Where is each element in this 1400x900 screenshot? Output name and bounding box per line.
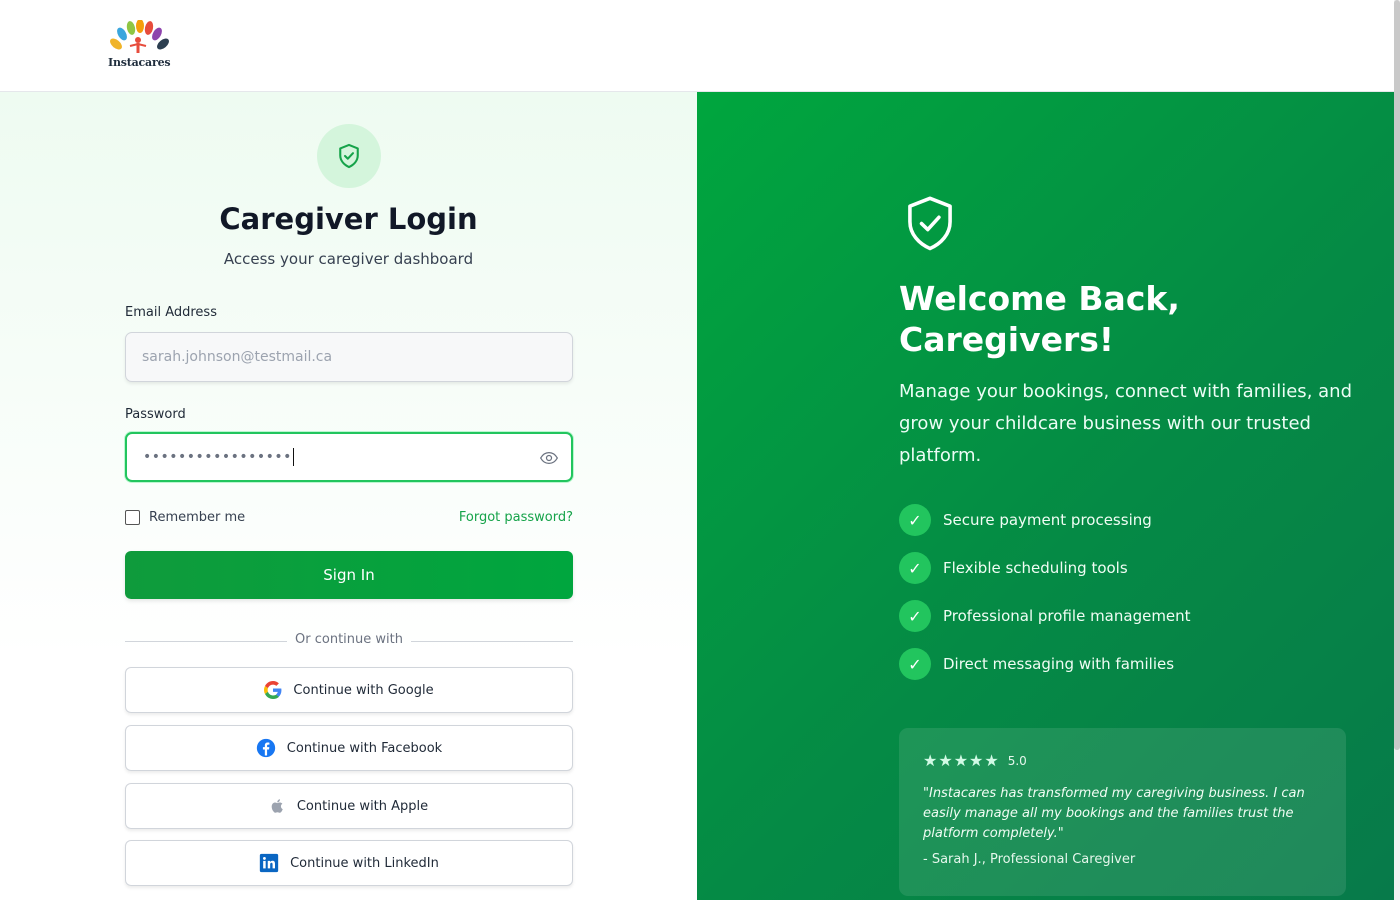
divider-line-right <box>411 641 573 642</box>
scrollbar-thumb[interactable] <box>1394 0 1400 750</box>
star-icon: ★ <box>984 751 999 770</box>
google-login-label: Continue with Google <box>293 682 434 698</box>
feature-item: ✓ Direct messaging with families <box>899 648 1174 680</box>
welcome-title: Welcome Back, Caregivers! <box>899 278 1359 360</box>
top-header: Instacares <box>0 0 1394 92</box>
check-icon: ✓ <box>899 552 931 584</box>
page-subtitle: Access your caregiver dashboard <box>223 250 474 268</box>
apple-icon <box>270 797 286 815</box>
or-divider: Or continue with <box>125 632 573 650</box>
linkedin-login-button[interactable]: Continue with LinkedIn <box>125 840 573 886</box>
star-icon: ★ <box>938 751 953 770</box>
google-icon <box>264 681 282 699</box>
sign-in-button[interactable]: Sign In <box>125 551 573 599</box>
google-login-button[interactable]: Continue with Google <box>125 667 573 713</box>
divider-text: Or continue with <box>295 632 403 647</box>
instacares-logo[interactable]: Instacares <box>108 20 171 72</box>
large-shield-check-icon <box>903 195 957 257</box>
password-label: Password <box>125 407 186 422</box>
password-field[interactable]: ••••••••••••••••• <box>125 432 573 482</box>
facebook-icon <box>256 738 276 758</box>
welcome-description: Manage your bookings, connect with famil… <box>899 381 1352 466</box>
shield-check-icon <box>339 143 359 169</box>
feature-label: Professional profile management <box>943 607 1191 625</box>
forgot-password-link[interactable]: Forgot password? <box>400 510 573 525</box>
remember-me[interactable]: Remember me <box>125 510 245 525</box>
star-icon: ★ <box>953 751 969 770</box>
testimonial-quote: "Instacares has transformed my caregivin… <box>923 786 1305 841</box>
testimonial-card: ★ ★ ★ ★ ★ 5.0 "Instacares has transforme… <box>899 728 1346 896</box>
apple-login-button[interactable]: Continue with Apple <box>125 783 573 829</box>
email-label: Email Address <box>125 305 217 320</box>
email-field[interactable]: sarah.johnson@testmail.ca <box>125 332 573 382</box>
page-title: Caregiver Login <box>219 202 478 236</box>
remember-label: Remember me <box>149 510 246 525</box>
page-scrollbar[interactable] <box>1394 0 1400 900</box>
promo-panel: Welcome Back, Caregivers! Manage your bo… <box>697 92 1394 900</box>
feature-label: Secure payment processing <box>943 511 1152 529</box>
feature-label: Direct messaging with families <box>943 655 1175 673</box>
logo-text: Instacares <box>108 56 171 69</box>
text-caret <box>292 448 294 466</box>
logo-mark-icon <box>110 20 169 53</box>
remember-checkbox[interactable] <box>125 510 140 525</box>
rating-stars: ★ ★ ★ ★ ★ 5.0 <box>923 753 1027 769</box>
facebook-login-button[interactable]: Continue with Facebook <box>125 725 573 771</box>
login-panel: Caregiver Login Access your caregiver da… <box>0 92 697 900</box>
feature-label: Flexible scheduling tools <box>943 559 1128 577</box>
testimonial-author: - Sarah J., Professional Caregiver <box>923 852 1136 867</box>
linkedin-icon <box>259 853 279 873</box>
linkedin-login-label: Continue with LinkedIn <box>290 855 439 871</box>
check-icon: ✓ <box>899 648 931 680</box>
password-value: ••••••••••••••••• <box>143 449 292 465</box>
welcome-title-line1: Welcome Back, <box>899 279 1180 318</box>
apple-login-label: Continue with Apple <box>296 798 429 814</box>
feature-item: ✓ Flexible scheduling tools <box>899 552 1128 584</box>
facebook-login-label: Continue with Facebook <box>286 740 443 756</box>
star-icon: ★ <box>923 751 938 770</box>
feature-item: ✓ Secure payment processing <box>899 504 1152 536</box>
rating-value: 5.0 <box>1007 754 1027 768</box>
star-icon: ★ <box>969 751 984 770</box>
email-placeholder: sarah.johnson@testmail.ca <box>142 349 333 365</box>
show-password-icon[interactable] <box>539 448 559 472</box>
check-icon: ✓ <box>899 600 931 632</box>
feature-item: ✓ Professional profile management <box>899 600 1191 632</box>
check-icon: ✓ <box>899 504 931 536</box>
welcome-title-line2: Caregivers! <box>899 320 1114 359</box>
shield-badge <box>317 124 381 188</box>
